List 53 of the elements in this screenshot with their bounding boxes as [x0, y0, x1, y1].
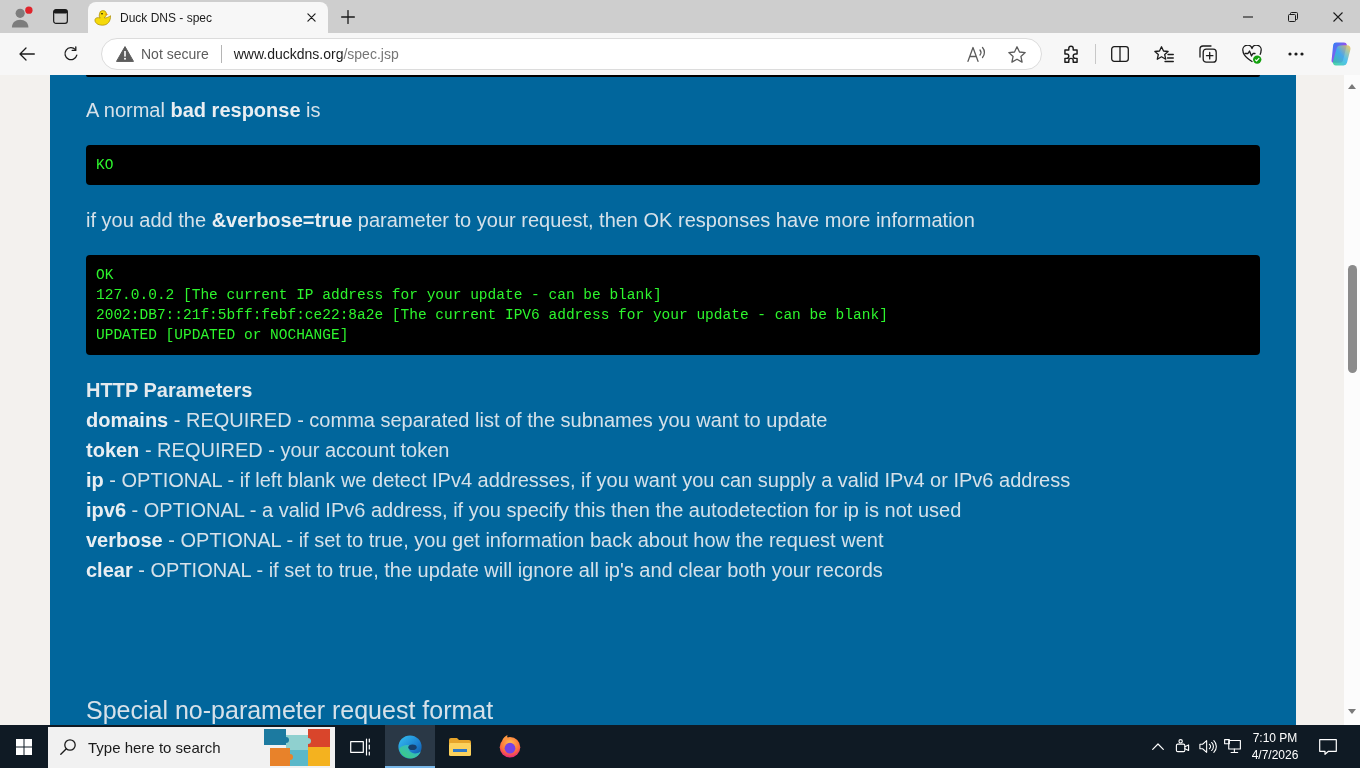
collections-icon[interactable]	[1199, 45, 1217, 63]
code-block: KO	[86, 145, 1260, 185]
paragraph: A normal bad response is	[86, 98, 322, 123]
warning-icon[interactable]	[116, 46, 134, 62]
heart-pulse-icon[interactable]	[1242, 44, 1262, 64]
parameter-description: token - REQUIRED - your account token	[86, 438, 451, 463]
browser-tab[interactable]: Duck DNS - spec	[88, 2, 328, 33]
puzzle-piece-icon[interactable]	[1063, 45, 1079, 63]
fox-browser-icon[interactable]	[499, 735, 521, 758]
parameter-description: clear - OPTIONAL - if set to true, the update will ignore all ip's and clear both your records	[86, 558, 884, 583]
scroll-down-icon[interactable]	[1348, 709, 1356, 714]
scrollbar-thumb[interactable]	[1347, 265, 1357, 373]
window-icon[interactable]	[52, 9, 68, 24]
duck-icon	[94, 9, 112, 26]
camera-icon[interactable]	[1175, 739, 1190, 754]
parameter-description: verbose - OPTIONAL - if set to true, you get information back about how the request went	[86, 528, 885, 553]
split-screen-icon[interactable]	[1111, 46, 1129, 62]
clock-time[interactable]: 7:10 PM	[1252, 729, 1298, 747]
favorites-list-icon[interactable]	[1154, 45, 1174, 63]
minimize-icon[interactable]	[1242, 15, 1253, 18]
task-view-icon[interactable]	[350, 737, 370, 756]
address-bar[interactable]: Not secure www.duckdns.org/spec.jsp	[101, 38, 1042, 70]
url-text[interactable]: www.duckdns.org/spec.jsp	[233, 46, 399, 62]
close-icon[interactable]	[306, 13, 316, 22]
section-heading: Special no-parameter request format	[86, 696, 495, 725]
network-icon[interactable]	[1224, 739, 1241, 754]
speaker-icon[interactable]	[1198, 739, 1217, 754]
more-icon[interactable]	[1288, 52, 1304, 56]
section-subheading: HTTP Parameters	[86, 378, 254, 403]
star-icon[interactable]	[1008, 45, 1026, 63]
plus-icon[interactable]	[341, 9, 355, 24]
search-icon	[60, 739, 76, 755]
chevron-up-icon[interactable]	[1151, 743, 1164, 750]
refresh-icon[interactable]	[63, 46, 79, 62]
profile-avatar-icon[interactable]	[11, 5, 33, 28]
close-icon[interactable]	[1332, 11, 1343, 22]
puzzle-icon	[264, 729, 330, 766]
paragraph: if you add the &verbose=true parameter to your request, then OK responses have more information	[86, 208, 976, 233]
read-aloud-icon[interactable]	[967, 46, 987, 62]
parameter-description: ip - OPTIONAL - if left blank we detect IPv4 addresses, if you want you can supply a valid IPv4 or IPv6 address	[86, 468, 1072, 493]
parameter-description: domains - REQUIRED - comma separated list of the subnames you want to update	[86, 408, 829, 433]
folder-icon[interactable]	[448, 736, 472, 757]
notification-icon[interactable]	[1318, 738, 1337, 755]
restore-icon[interactable]	[1287, 11, 1298, 22]
scroll-up-icon[interactable]	[1348, 84, 1356, 89]
clock-date[interactable]: 4/7/2026	[1251, 746, 1299, 764]
site-info-button[interactable]: Not secure	[116, 46, 209, 62]
swirl-browser-icon[interactable]	[398, 734, 422, 759]
windows-logo-icon[interactable]	[16, 738, 32, 755]
scrollbar[interactable]	[1344, 75, 1360, 725]
code-block: OK 127.0.0.2 [The current IP address for your update - can be blank] 2002:DB7::21f:5bff:febf:ce22:8a2e [The current IPV6 address for your update - can be blank] UPDATED [UPDATED or NOCHANGE]	[86, 255, 1260, 355]
back-arrow-icon[interactable]	[19, 47, 35, 61]
parameter-description: ipv6 - OPTIONAL - a valid IPv6 address, if you specify this then the autodetection for ip is not used	[86, 498, 963, 523]
